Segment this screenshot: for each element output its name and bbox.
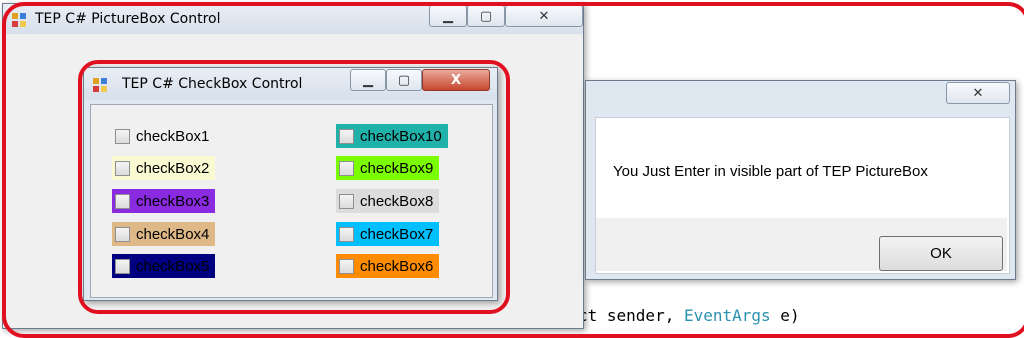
checkbox-item[interactable]: checkBox8	[336, 189, 440, 213]
checkbox-box[interactable]	[115, 193, 130, 209]
picturebox-titlebar[interactable]: TEP C# PictureBox Control ▁ ▢ ✕	[3, 4, 583, 34]
checkbox-box[interactable]	[339, 160, 354, 176]
code-text-end: e)	[770, 306, 800, 325]
checkbox-item[interactable]: checkBox9	[336, 156, 440, 180]
checkbox-client-area: checkBox1 checkBox2 checkBox3 checkBox4 …	[90, 104, 493, 298]
checkbox-box[interactable]	[115, 258, 130, 274]
checkbox-label: checkBox10	[360, 127, 442, 145]
minimize-icon: ▁	[443, 8, 453, 24]
maximize-icon: ▢	[397, 72, 411, 88]
minimize-button[interactable]: ▁	[429, 5, 467, 27]
maximize-button[interactable]: ▢	[467, 5, 505, 27]
code-line: ct sender, EventArgs e)	[578, 306, 800, 325]
checkbox-label: checkBox6	[360, 257, 434, 275]
window-title: TEP C# CheckBox Control	[122, 76, 303, 92]
close-button[interactable]: X	[422, 69, 490, 91]
message-text: You Just Enter in visible part of TEP Pi…	[613, 163, 928, 180]
checkbox-item[interactable]: checkBox3	[112, 189, 216, 213]
checkbox-window: TEP C# CheckBox Control ▁ ▢ X checkBox1 …	[83, 67, 498, 301]
app-icon	[12, 13, 26, 27]
checkbox-box[interactable]	[339, 226, 354, 242]
close-button[interactable]: ✕	[946, 82, 1010, 104]
checkbox-item[interactable]: checkBox6	[336, 254, 440, 278]
checkbox-label: checkBox7	[360, 225, 434, 243]
checkbox-label: checkBox5	[136, 257, 210, 275]
checkbox-box[interactable]	[115, 128, 130, 144]
app-icon	[93, 78, 107, 92]
checkbox-label: checkBox1	[136, 127, 210, 145]
maximize-icon: ▢	[479, 8, 493, 24]
checkbox-item[interactable]: checkBox2	[112, 156, 216, 180]
checkbox-label: checkBox9	[360, 159, 434, 177]
checkbox-item[interactable]: checkBox5	[112, 254, 216, 278]
checkbox-box[interactable]	[115, 160, 130, 176]
checkbox-label: checkBox2	[136, 159, 210, 177]
checkbox-item[interactable]: checkBox4	[112, 222, 216, 246]
checkbox-box[interactable]	[339, 128, 354, 144]
message-box: ✕ You Just Enter in visible part of TEP …	[585, 80, 1016, 280]
code-text: ct sender,	[578, 306, 684, 325]
message-box-body: You Just Enter in visible part of TEP Pi…	[595, 117, 1010, 274]
close-button[interactable]: ✕	[505, 5, 583, 27]
window-title: TEP C# PictureBox Control	[35, 11, 221, 27]
checkbox-titlebar[interactable]: TEP C# CheckBox Control ▁ ▢ X	[84, 68, 497, 100]
checkbox-box[interactable]	[339, 193, 354, 209]
checkbox-box[interactable]	[115, 226, 130, 242]
minimize-button[interactable]: ▁	[350, 69, 386, 91]
maximize-button[interactable]: ▢	[386, 69, 422, 91]
close-icon: ✕	[972, 85, 984, 101]
checkbox-item[interactable]: checkBox7	[336, 222, 440, 246]
close-icon: ✕	[538, 8, 550, 24]
ok-button[interactable]: OK	[879, 236, 1003, 271]
checkbox-label: checkBox4	[136, 225, 210, 243]
checkbox-item[interactable]: checkBox10	[336, 124, 448, 148]
code-type: EventArgs	[683, 306, 771, 325]
minimize-icon: ▁	[363, 72, 373, 88]
checkbox-item[interactable]: checkBox1	[112, 124, 216, 148]
close-icon: X	[450, 72, 462, 88]
checkbox-box[interactable]	[339, 258, 354, 274]
checkbox-label: checkBox8	[360, 192, 434, 210]
checkbox-label: checkBox3	[136, 192, 210, 210]
